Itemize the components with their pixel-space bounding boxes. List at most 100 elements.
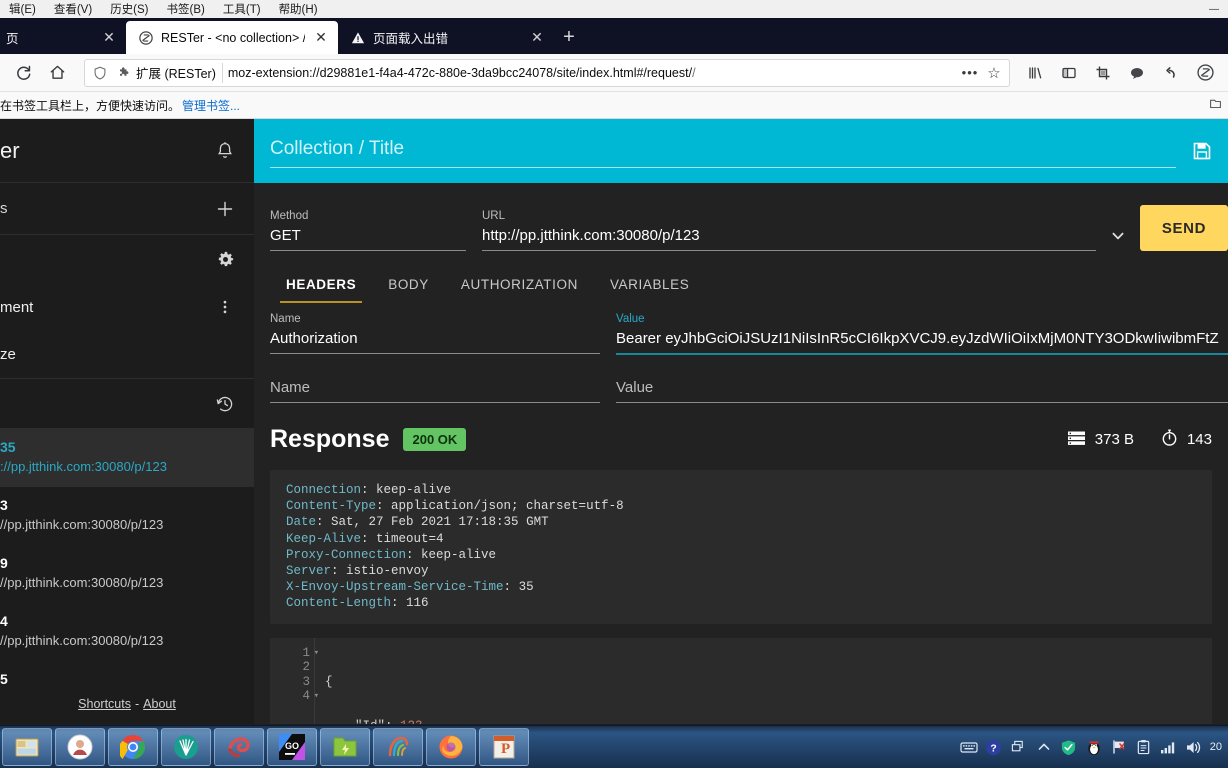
history-item-url: //pp.jtthink.com:30080/p/123 (0, 575, 164, 590)
qq-penguin-icon[interactable] (1085, 738, 1103, 756)
method-input[interactable] (270, 227, 466, 251)
history-item[interactable]: 3 //pp.jtthink.com:30080/p/123 (0, 487, 254, 545)
help-icon[interactable]: ? (985, 738, 1003, 756)
about-link[interactable]: About (143, 697, 176, 711)
extension-chip[interactable]: 扩展 (RESTer) (116, 62, 223, 83)
fold-arrow-icon[interactable]: ▾ (314, 689, 319, 704)
bookmarks-overflow-icon[interactable] (1209, 97, 1228, 113)
more-vertical-icon[interactable] (212, 294, 238, 320)
send-button[interactable]: SEND (1139, 205, 1228, 251)
tab-variables[interactable]: VARIABLES (594, 269, 705, 303)
taskbar-app-wechat-like[interactable] (55, 728, 105, 766)
save-icon[interactable] (1188, 137, 1216, 165)
taskbar-file-explorer[interactable] (2, 728, 52, 766)
svg-text:GO: GO (285, 741, 299, 751)
show-hidden-icons-icon[interactable] (1035, 738, 1053, 756)
taskbar-app-green-folder[interactable] (320, 728, 370, 766)
taskbar-firefox[interactable] (426, 728, 476, 766)
menu-item-history[interactable]: 历史(S) (101, 1, 157, 17)
taskbar-app-red-swirl[interactable] (214, 728, 264, 766)
minimize-button[interactable]: — (1200, 0, 1228, 18)
security-shield-icon[interactable] (1060, 738, 1078, 756)
warning-icon (350, 30, 366, 46)
header-name-label: Name (270, 313, 301, 325)
network-icon[interactable] (1160, 738, 1178, 756)
pocket-icon[interactable] (1122, 58, 1152, 88)
taskbar-app-teal-burst[interactable] (161, 728, 211, 766)
windows-icon[interactable] (1010, 738, 1028, 756)
shortcuts-link[interactable]: Shortcuts (78, 697, 131, 711)
sidebar-organize-row[interactable]: ze (0, 331, 254, 379)
line-number: 2 (302, 660, 310, 675)
clock-icon[interactable]: 20 (1210, 741, 1222, 753)
sidebar-settings-row[interactable] (0, 235, 254, 283)
gear-icon[interactable] (212, 246, 238, 272)
history-icon[interactable] (212, 391, 238, 417)
menu-item-view[interactable]: 查看(V) (45, 1, 101, 17)
bookmark-star-icon[interactable]: ☆ (983, 62, 1005, 84)
url-text[interactable]: moz-extension://d29881e1-f4a4-472c-880e-… (228, 66, 954, 80)
history-item[interactable]: 9 //pp.jtthink.com:30080/p/123 (0, 545, 254, 603)
taskbar-goland[interactable]: GO (267, 728, 317, 766)
menu-item-help[interactable]: 帮助(H) (270, 1, 327, 17)
chevron-down-icon[interactable] (1096, 221, 1140, 251)
history-item-time: 3 (0, 497, 8, 513)
keyboard-icon[interactable] (960, 738, 978, 756)
tab-headers[interactable]: HEADERS (270, 269, 372, 303)
url-bar[interactable]: 扩展 (RESTer) moz-extension://d29881e1-f4a… (84, 58, 1010, 87)
taskbar-google-chrome[interactable] (108, 728, 158, 766)
url-input[interactable] (482, 227, 1096, 251)
collection-title-input[interactable] (270, 134, 1176, 168)
browser-tab-home[interactable]: 页 ✕ (0, 21, 126, 54)
tab-body[interactable]: BODY (372, 269, 445, 303)
response-body-editor[interactable]: 1▾ 2 3 4▾ { "Id": 123, "Name": "测试商品", "… (270, 637, 1212, 724)
home-icon[interactable] (42, 58, 72, 88)
rester-extension-icon[interactable] (1190, 58, 1220, 88)
browser-tab-error[interactable]: 页面载入出错 ✕ (338, 21, 554, 54)
header-name-input-empty[interactable] (270, 379, 600, 403)
new-tab-button[interactable]: + (554, 21, 584, 54)
shield-icon[interactable] (89, 62, 111, 84)
history-item[interactable]: 4 //pp.jtthink.com:30080/p/123 (0, 603, 254, 661)
tab-title: 页 (6, 32, 19, 46)
sidebar-environment-row[interactable]: ment (0, 283, 254, 331)
manage-bookmarks-link[interactable]: 管理书签... (182, 97, 240, 114)
flag-icon[interactable] (1110, 738, 1128, 756)
sidebar-collections-row[interactable]: s (0, 183, 254, 235)
history-item[interactable]: 35 ://pp.jtthink.com:30080/p/123 (0, 429, 254, 487)
taskbar-app-rainbow-swirl[interactable] (373, 728, 423, 766)
sidebar-brand-row: er (0, 119, 254, 183)
page-actions-icon[interactable]: ••• (959, 62, 981, 84)
screenshot-icon[interactable] (1088, 58, 1118, 88)
history-item-url: //pp.jtthink.com:30080/p/123 (0, 517, 164, 532)
close-icon[interactable]: ✕ (312, 29, 330, 47)
header-value-input[interactable] (616, 330, 1228, 355)
undo-icon[interactable] (1156, 58, 1186, 88)
menu-item-tools[interactable]: 工具(T) (214, 1, 270, 17)
app-red-swirl-icon (224, 732, 254, 762)
menu-item-edit[interactable]: 辑(E) (0, 1, 45, 17)
history-item[interactable]: 5 //pp.jtthink.com:30080/p/123 (0, 661, 254, 684)
rester-app: er s ment ze 35://pp.jtthink.com:30080/… (0, 119, 1228, 724)
browser-tab-rester[interactable]: RESTer - <no collection> / < ✕ (126, 21, 338, 54)
close-icon[interactable]: ✕ (100, 29, 118, 47)
response-header-line: Keep-Alive: timeout=4 (286, 531, 444, 546)
library-icon[interactable] (1020, 58, 1050, 88)
tab-authorization[interactable]: AUTHORIZATION (445, 269, 594, 303)
sidebar-icon[interactable] (1054, 58, 1084, 88)
header-value-input-empty[interactable] (616, 379, 1228, 403)
bell-icon[interactable] (212, 138, 238, 164)
code-line: "Id": 123, (325, 719, 1212, 724)
clipboard-icon[interactable] (1135, 738, 1153, 756)
taskbar-powerpoint[interactable]: P (479, 728, 529, 766)
menu-item-bookmarks[interactable]: 书签(B) (158, 1, 214, 17)
volume-icon[interactable] (1185, 738, 1203, 756)
plus-icon[interactable] (212, 196, 238, 222)
response-header-line: Server: istio-envoy (286, 564, 429, 579)
fold-arrow-icon[interactable]: ▾ (314, 646, 319, 661)
header-name-input[interactable] (270, 330, 600, 354)
response-header-line: Content-Type: application/json; charset=… (286, 499, 624, 514)
close-icon[interactable]: ✕ (528, 29, 546, 47)
response-title: Response (270, 425, 390, 453)
reload-icon[interactable] (8, 58, 38, 88)
